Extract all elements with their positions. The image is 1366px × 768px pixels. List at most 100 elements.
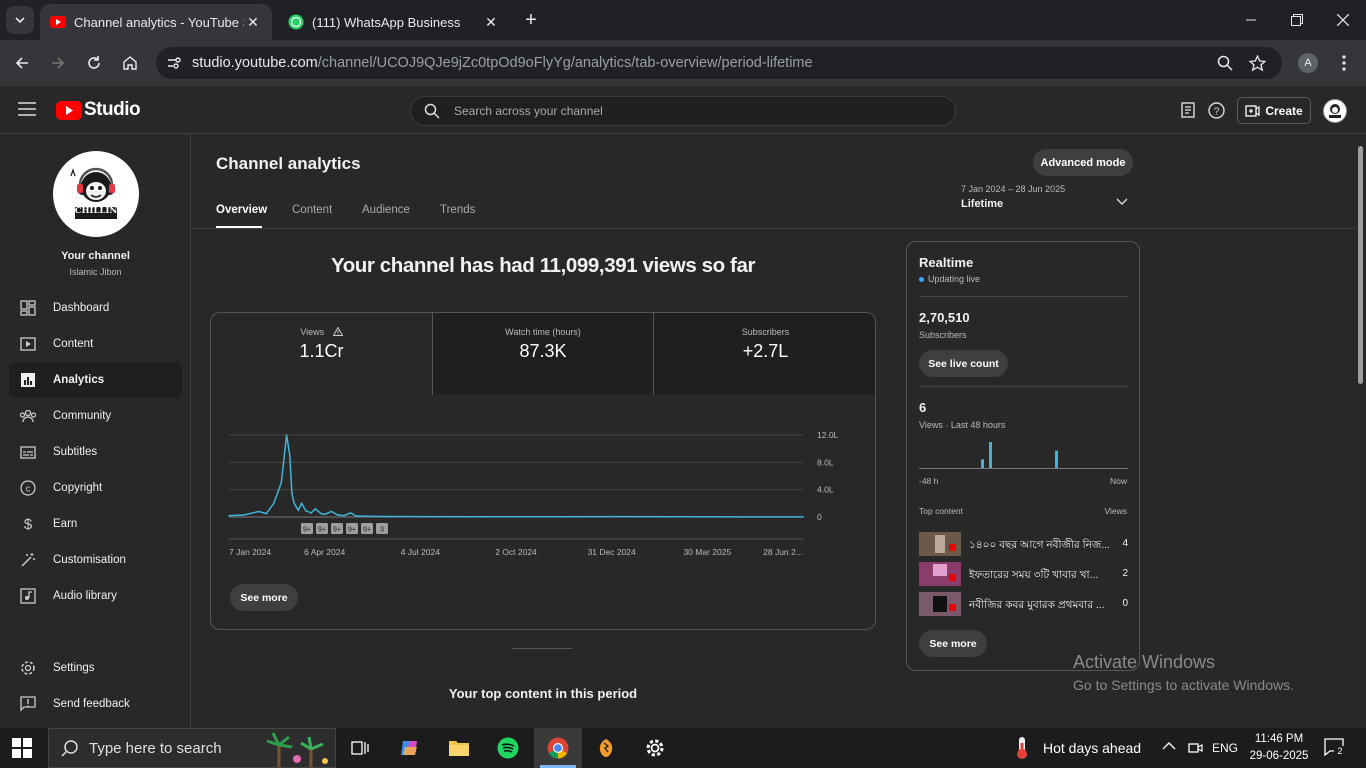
sidebar-item-copyright[interactable]: c Copyright [9, 470, 182, 506]
sidebar-item-label: Audio library [53, 590, 117, 602]
meet-now-button[interactable] [1188, 740, 1204, 756]
channel-name: Islamic Jibon [69, 267, 122, 277]
hamburger-menu-button[interactable] [18, 102, 36, 116]
video-views: 0 [1122, 598, 1128, 609]
sidebar-item-customisation[interactable]: Customisation [9, 542, 182, 578]
input-language[interactable]: ENG [1212, 741, 1238, 755]
sidebar: CHILLIN Your channel Islamic Jibon Dashb… [0, 134, 191, 728]
see-more-button[interactable]: See more [230, 584, 298, 611]
file-explorer-button[interactable] [441, 734, 477, 762]
sidebar-item-earn[interactable]: $ Earn [9, 506, 182, 542]
chart-annotation-marker[interactable]: 9+ [316, 523, 328, 534]
help-button[interactable]: ? [1208, 102, 1225, 119]
sidebar-item-subtitles[interactable]: Subtitles [9, 434, 182, 470]
back-button[interactable] [8, 49, 36, 77]
address-bar[interactable]: studio.youtube.com/channel/UCOJ9QJe9jZc0… [156, 47, 1282, 79]
restore-button[interactable] [1274, 0, 1320, 40]
browser-tab-youtube-studio[interactable]: Channel analytics - YouTube Studio ✕ [40, 4, 272, 40]
metric-value: +2.7L [742, 341, 789, 361]
taskbar-search-placeholder: Type here to search [89, 739, 222, 757]
svg-text:9+: 9+ [318, 527, 326, 534]
clock-time[interactable]: 11:46 PM [1248, 733, 1310, 745]
sidebar-item-settings[interactable]: Settings [9, 650, 182, 686]
bookmark-star-icon[interactable] [1249, 54, 1266, 72]
site-info-icon[interactable] [166, 55, 182, 71]
metric-label: Subscribers [741, 327, 790, 337]
browser-tab-whatsapp[interactable]: (111) WhatsApp Business ✕ [278, 4, 510, 40]
realtime-see-more-button[interactable]: See more [919, 630, 987, 657]
chart-annotation-marker[interactable]: 3 [376, 523, 388, 534]
chart-annotation-marker[interactable]: 9+ [331, 523, 343, 534]
studio-logo[interactable]: Studio [56, 99, 141, 121]
list-item[interactable]: নবীজির কবর মুবারক প্রথমবার ... 0 [919, 592, 1128, 616]
search-input[interactable]: Search across your channel [454, 104, 603, 118]
chrome-taskbar-button[interactable] [534, 728, 582, 768]
sidebar-item-community[interactable]: Community [9, 398, 182, 434]
data-point [383, 515, 386, 518]
fl-studio-button[interactable] [588, 734, 624, 762]
sidebar-item-audio-library[interactable]: Audio library [9, 578, 182, 614]
home-button[interactable] [116, 49, 144, 77]
tab-trends[interactable]: Trends [440, 204, 475, 216]
chart-annotation-marker[interactable]: 9+ [361, 523, 373, 534]
scrollbar-thumb[interactable] [1358, 146, 1363, 384]
new-tab-button[interactable]: + [520, 8, 542, 32]
zoom-icon[interactable] [1217, 55, 1233, 71]
release-notes-button[interactable] [1181, 102, 1196, 118]
sidebar-item-content[interactable]: Content [9, 326, 182, 362]
palm-trees-illustration-icon [266, 732, 328, 767]
list-item[interactable]: ১৪০০ বছর আগে নবীজীর নিজ... 4 [919, 532, 1128, 556]
views-series-line [228, 434, 803, 518]
sidebar-item-analytics[interactable]: Analytics [9, 362, 182, 398]
tab-overview[interactable]: Overview [216, 204, 267, 216]
metric-watch-time[interactable]: Watch time (hours) 87.3K [432, 313, 653, 395]
close-tab-icon[interactable]: ✕ [244, 13, 262, 31]
start-button[interactable] [12, 738, 32, 758]
realtime-bar-chart[interactable] [919, 436, 1128, 470]
chart-annotation-marker[interactable]: 9+ [301, 523, 313, 534]
views-line-chart[interactable]: 12.0L 8.0L 4.0L 0 7 Jan 2024 6 Apr 2024 4 Jul … [211, 413, 876, 563]
browser-menu-button[interactable] [1330, 49, 1358, 77]
data-point [343, 514, 346, 517]
task-view-button[interactable] [342, 734, 378, 762]
weather-text[interactable]: Hot days ahead [1043, 740, 1141, 756]
realtime-bar[interactable] [989, 442, 992, 468]
copilot-button[interactable] [392, 734, 428, 762]
list-item[interactable]: ইফতারের সময় ৩টি খাবার খা... 2 [919, 562, 1128, 586]
warning-icon[interactable] [332, 327, 343, 336]
sidebar-item-send-feedback[interactable]: Send feedback [9, 686, 182, 722]
profile-avatar[interactable]: A [1298, 53, 1318, 73]
taskbar-search[interactable]: Type here to search [48, 728, 336, 768]
metric-subscribers[interactable]: Subscribers +2.7L [653, 313, 875, 395]
realtime-bar[interactable] [981, 459, 984, 468]
tab-title: Channel analytics - YouTube Studio [74, 14, 244, 30]
metric-views[interactable]: Views 1.1Cr [211, 313, 432, 395]
create-button[interactable]: Create [1237, 97, 1311, 124]
forward-button[interactable] [44, 49, 72, 77]
tab-audience[interactable]: Audience [362, 204, 410, 216]
show-hidden-icons-button[interactable] [1162, 741, 1176, 750]
period-selector[interactable]: 7 Jan 2024 – 28 Jun 2025 Lifetime [961, 184, 1137, 220]
minimize-button[interactable] [1228, 0, 1274, 40]
realtime-bar[interactable] [1055, 450, 1058, 468]
chart-annotation-marker[interactable]: 9+ [346, 523, 358, 534]
close-tab-icon[interactable]: ✕ [482, 13, 500, 31]
channel-avatar[interactable]: CHILLIN [53, 151, 139, 237]
spotify-button[interactable] [490, 734, 526, 762]
clock-date[interactable]: 29-06-2025 [1248, 750, 1310, 762]
advanced-mode-button[interactable]: Advanced mode [1033, 149, 1133, 176]
tab-search-button[interactable] [6, 6, 34, 34]
channel-search[interactable]: Search across your channel [410, 96, 956, 126]
settings-app-button[interactable] [637, 734, 673, 762]
sidebar-item-dashboard[interactable]: Dashboard [9, 290, 182, 326]
notifications-button[interactable]: 2 [1324, 738, 1346, 757]
feedback-icon [18, 694, 38, 714]
weather-widget[interactable] [1012, 736, 1034, 760]
video-title: নবীজির কবর মুবারক প্রথমবার ... [969, 599, 1105, 611]
account-avatar[interactable] [1323, 99, 1347, 123]
close-window-button[interactable] [1320, 0, 1366, 40]
reload-button[interactable] [80, 49, 108, 77]
see-live-count-button[interactable]: See live count [919, 350, 1008, 377]
tab-content[interactable]: Content [292, 204, 332, 216]
metric-label: Views [300, 327, 325, 337]
